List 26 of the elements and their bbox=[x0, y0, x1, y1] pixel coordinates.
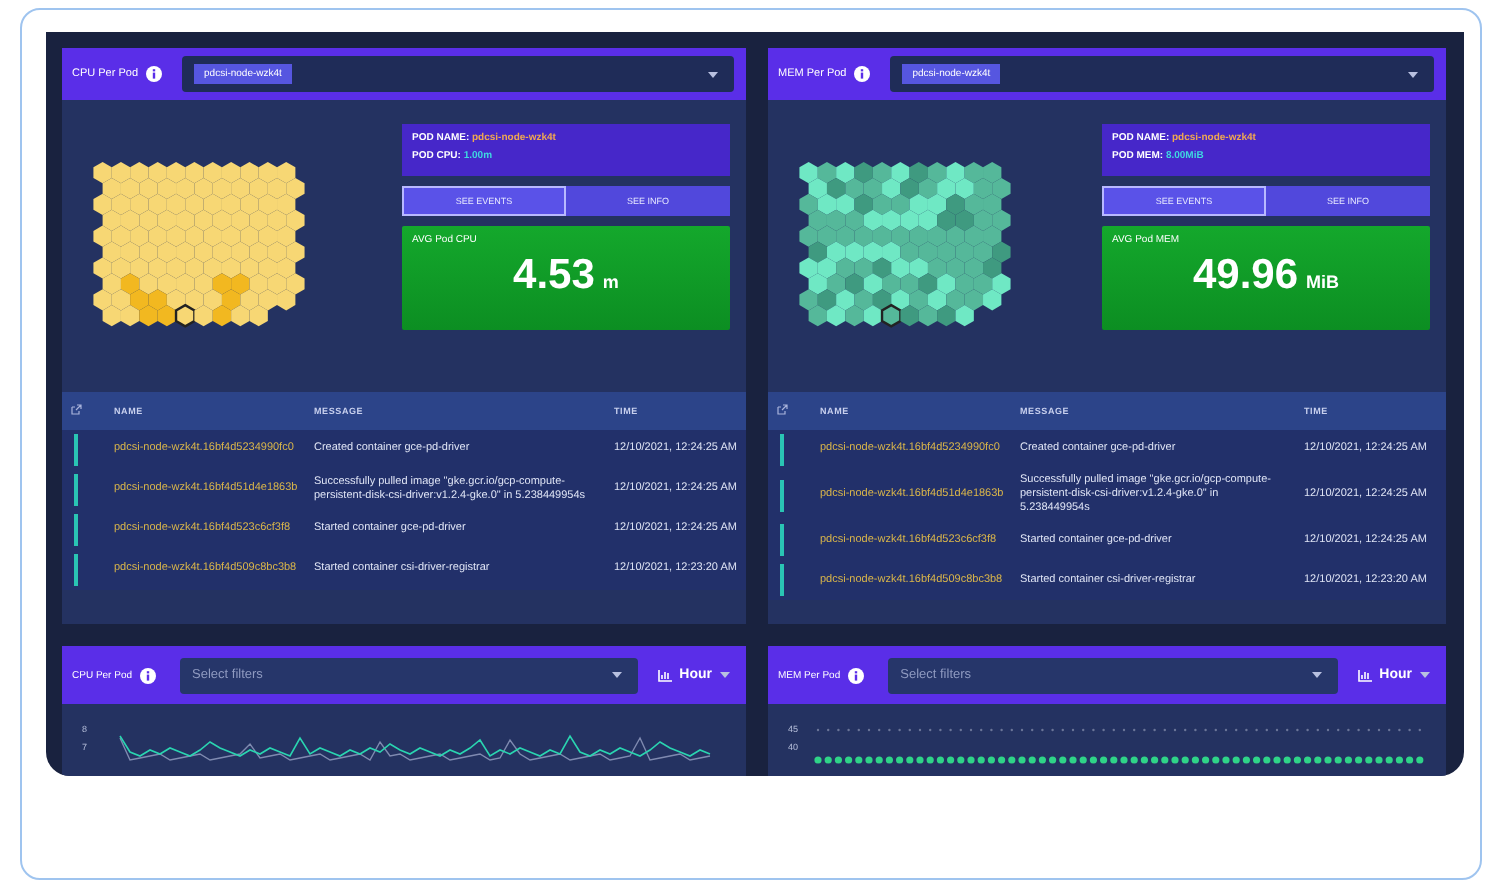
average-unit: m bbox=[602, 272, 619, 292]
caret-icon bbox=[1408, 71, 1418, 77]
average-value: 4.53 bbox=[513, 252, 595, 300]
info-icon bbox=[140, 667, 157, 683]
caret-icon bbox=[611, 672, 622, 678]
row-marker bbox=[74, 554, 78, 586]
row-marker bbox=[74, 434, 78, 466]
row-marker bbox=[780, 434, 784, 466]
average-unit: MiB bbox=[1306, 272, 1340, 292]
info-icon bbox=[848, 667, 865, 683]
row-marker bbox=[780, 479, 784, 512]
caret-icon bbox=[1420, 672, 1430, 678]
bar-chart-icon[interactable] bbox=[1357, 669, 1372, 681]
external-link-icon[interactable] bbox=[776, 404, 788, 416]
info-icon bbox=[854, 66, 871, 82]
row-marker bbox=[74, 514, 78, 546]
bar-chart-icon[interactable] bbox=[657, 669, 672, 681]
row-marker bbox=[780, 524, 784, 557]
external-link-icon[interactable] bbox=[70, 404, 82, 416]
caret-icon bbox=[720, 672, 730, 678]
info-icon bbox=[146, 66, 163, 82]
row-marker bbox=[74, 474, 78, 506]
caret-icon bbox=[708, 71, 718, 77]
row-marker bbox=[780, 564, 784, 597]
average-value: 49.96 bbox=[1192, 252, 1299, 300]
caret-icon bbox=[1311, 672, 1322, 678]
